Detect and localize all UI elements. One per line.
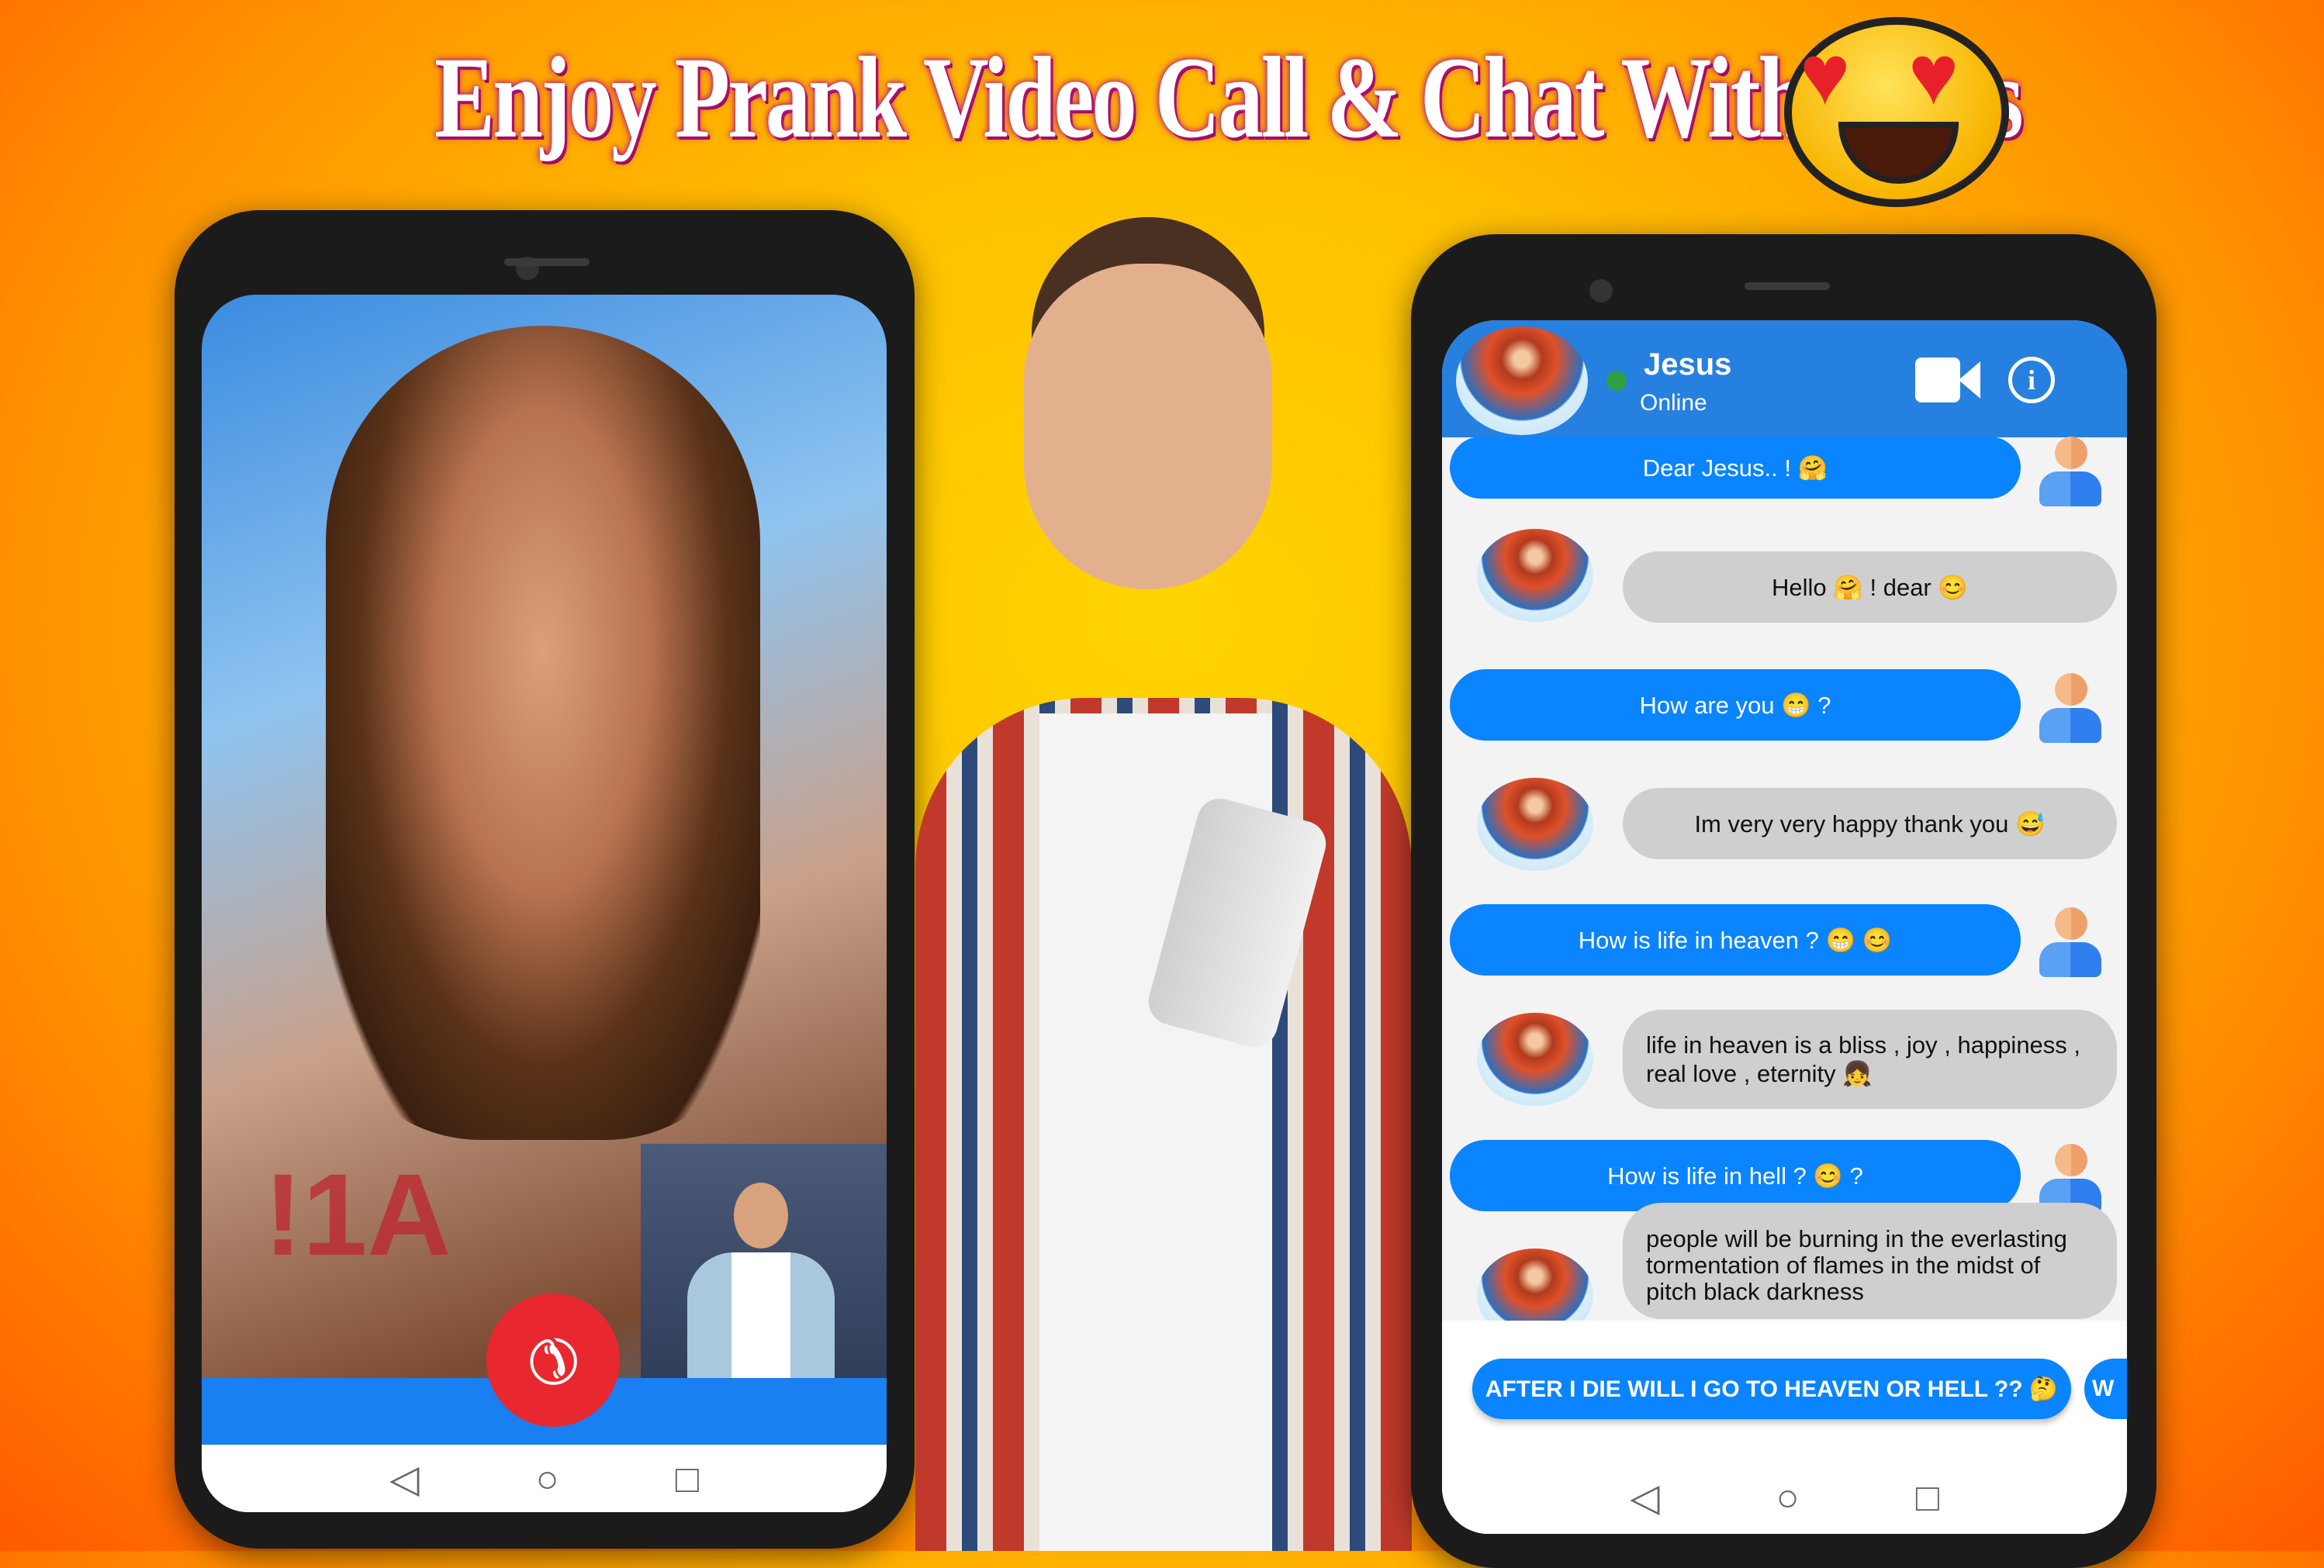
message-user: Dear Jesus.. ! 🤗 — [1450, 437, 2021, 499]
user-avatar-icon — [2039, 907, 2101, 977]
chat-header: Jesus Online i — [1442, 320, 2127, 437]
recents-icon[interactable]: □ — [1916, 1475, 1939, 1520]
phone-video-call: !1A ✆ ◁ ○ □ — [175, 210, 915, 1549]
heart-icon: ♥ — [1800, 27, 1851, 123]
face — [1024, 264, 1272, 589]
message-user: How is life in hell ? 😊 ? — [1450, 1140, 2021, 1211]
user-avatar-icon — [2039, 437, 2101, 506]
message-user: How is life in heaven ? 😁 😊 — [1450, 904, 2021, 976]
online-indicator — [1606, 371, 1627, 391]
speaker — [1745, 282, 1830, 290]
home-icon[interactable]: ○ — [1776, 1475, 1800, 1520]
nav-bar: ◁ ○ □ — [1442, 1460, 2127, 1534]
contact-avatar[interactable] — [1456, 326, 1588, 435]
suggestion-chip[interactable]: AFTER I DIE WILL I GO TO HEAVEN OR HELL … — [1472, 1359, 2071, 1419]
self-face — [734, 1183, 788, 1249]
jesus-avatar — [1477, 529, 1593, 622]
message-user: How are you 😁 ? — [1450, 669, 2021, 741]
heart-overlay: !1A — [264, 1148, 451, 1282]
heart-icon: ♥ — [1908, 27, 1959, 123]
back-icon[interactable]: ◁ — [1630, 1475, 1659, 1520]
headline: Enjoy Prank Video Call & Chat With Jesus — [434, 33, 2024, 162]
message-bot: Im very very happy thank you 😅 — [1623, 788, 2117, 859]
message-bot: Hello 🤗 ! dear 😊 — [1623, 551, 2117, 623]
mouth — [1838, 122, 1959, 184]
end-call-button[interactable]: ✆ — [486, 1293, 620, 1427]
jesus-video-face — [326, 326, 760, 1140]
info-icon[interactable]: i — [2008, 357, 2055, 403]
home-icon[interactable]: ○ — [536, 1456, 559, 1501]
video-camera-icon[interactable] — [1915, 357, 1981, 402]
recents-icon[interactable]: □ — [676, 1456, 699, 1501]
heart-eyes-emoji-icon: ♥ ♥ — [1784, 17, 2009, 207]
back-icon[interactable]: ◁ — [389, 1456, 419, 1501]
chat-screen: Jesus Online i Dear Jesus.. ! 🤗 Hello 🤗 … — [1442, 320, 2127, 1534]
phone-chat: Jesus Online i Dear Jesus.. ! 🤗 Hello 🤗 … — [1411, 234, 2156, 1568]
video-call-screen: !1A ✆ ◁ ○ □ — [202, 295, 887, 1512]
contact-name: Jesus — [1644, 347, 1732, 382]
contact-status: Online — [1640, 390, 1707, 416]
phone-hangup-icon: ✆ — [510, 1317, 597, 1404]
message-bot: people will be burning in the everlastin… — [1623, 1203, 2117, 1319]
nav-bar: ◁ ○ □ — [202, 1445, 887, 1512]
camera-icon — [1589, 279, 1613, 302]
surprised-man-photo — [915, 217, 1412, 1551]
speaker — [504, 258, 590, 266]
jesus-avatar — [1477, 778, 1593, 871]
self-preview[interactable] — [641, 1144, 887, 1415]
message-bot: life in heaven is a bliss , joy , happin… — [1623, 1010, 2117, 1109]
jesus-avatar — [1477, 1013, 1593, 1106]
user-avatar-icon — [2039, 673, 2101, 743]
overlay-text: !1A — [264, 1149, 451, 1280]
